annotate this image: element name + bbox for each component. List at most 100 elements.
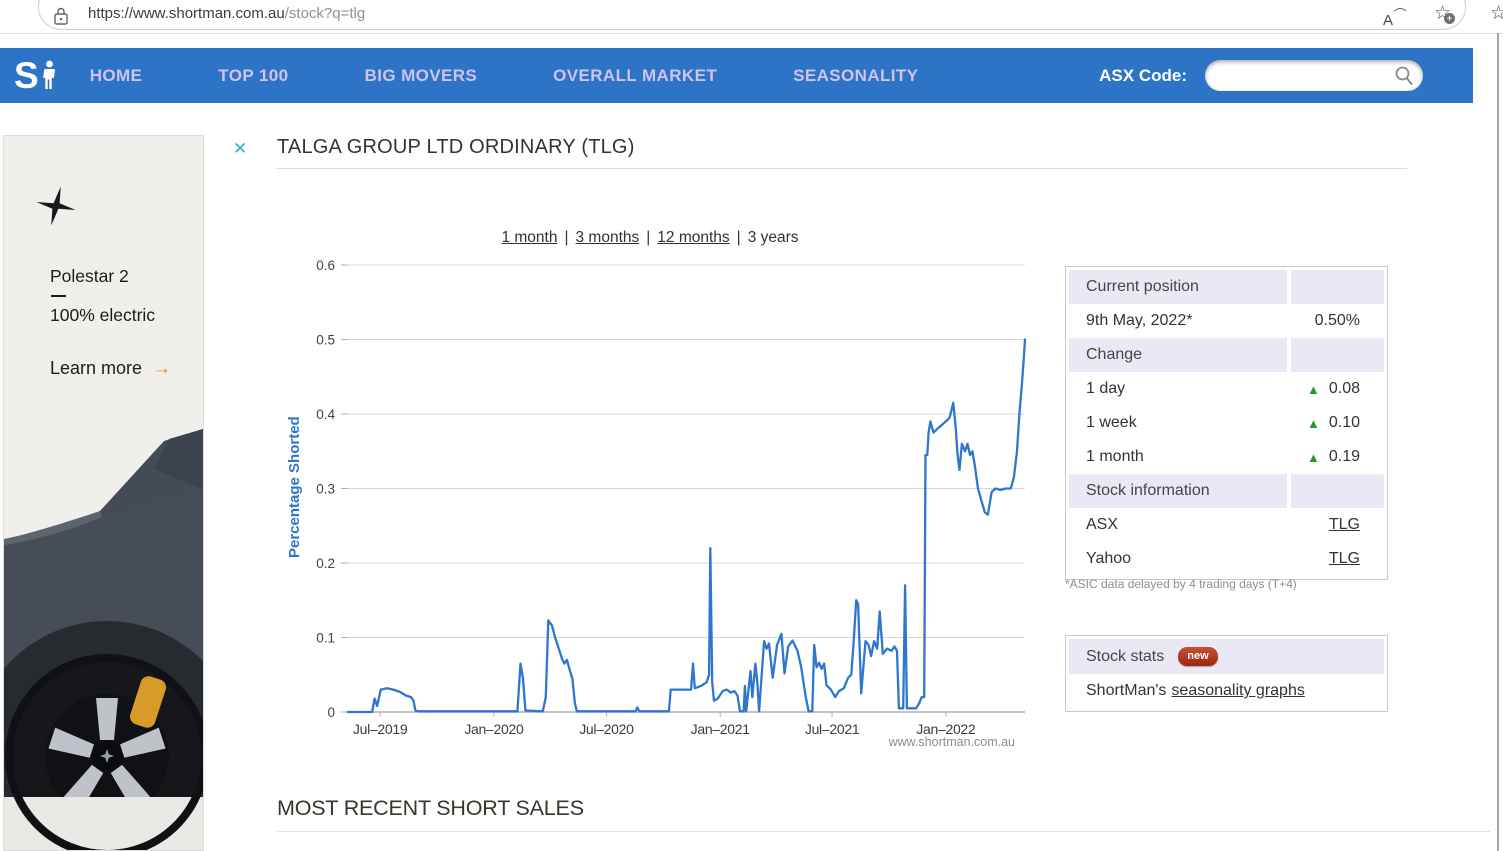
table-row: Yahoo TLG <box>1069 542 1384 576</box>
y-tick-label: 0.1 <box>316 631 335 646</box>
range-separator: | <box>736 229 741 246</box>
arrow-right-icon: → <box>152 358 172 379</box>
row-label: Change <box>1069 338 1287 372</box>
x-tick-label: Jul–2020 <box>579 721 634 737</box>
table-row: 1 month ▲ 0.19 <box>1069 440 1384 474</box>
nav-links: HOME TOP 100 BIG MOVERS OVERALL MARKET SEASO… <box>90 66 919 86</box>
site-navbar: S HOME TOP 100 BIG MOVERS OVERALL MARKET SEA… <box>0 48 1473 103</box>
row-label: Current position <box>1069 270 1287 304</box>
row-label: Stock information <box>1069 474 1287 508</box>
nav-item-home[interactable]: HOME <box>90 66 143 86</box>
range-3-years: 3 years <box>747 229 799 246</box>
row-value <box>1291 270 1384 304</box>
row-value: 0.50% <box>1314 312 1360 329</box>
row-label: 1 week <box>1086 414 1137 431</box>
range-12-months[interactable]: 12 months <box>657 229 729 246</box>
x-tick-label: Jul–2019 <box>353 721 408 737</box>
browser-window: https://www.shortman.com.au/stock?q=tlg … <box>0 0 1503 851</box>
search-icon[interactable] <box>1394 65 1414 86</box>
row-label: ASX <box>1086 516 1119 533</box>
stock-info-table: Current position 9th May, 2022* 0.50% Chang… <box>1065 266 1388 580</box>
browser-address-bar: https://www.shortman.com.au/stock?q=tlg … <box>0 0 1503 33</box>
section-heading: MOST RECENT SHORT SALES <box>277 796 584 820</box>
range-1-month[interactable]: 1 month <box>501 229 557 246</box>
read-aloud-icon[interactable]: A⌒ <box>1383 4 1408 29</box>
row-value: ▲ 0.08 <box>1306 380 1360 397</box>
up-triangle-icon: ▲ <box>1306 449 1320 465</box>
table-row: ASX TLG <box>1069 508 1384 542</box>
up-triangle-icon: ▲ <box>1306 415 1320 431</box>
favorites-icon[interactable]: ☆ <box>1490 2 1503 25</box>
polestar-star-icon <box>36 186 76 226</box>
x-tick-label: Jan–2020 <box>464 721 524 737</box>
logo-letter: S <box>14 54 39 96</box>
row-value: ▲ 0.10 <box>1306 414 1360 431</box>
row-value <box>1291 474 1384 508</box>
stats-header-label: Stock stats <box>1086 647 1165 665</box>
chart-credit: www.shortman.com.au <box>888 735 1015 749</box>
range-3-months[interactable]: 3 months <box>575 229 639 246</box>
seasonality-graphs-link[interactable]: seasonality graphs <box>1171 682 1304 700</box>
learn-more-link[interactable]: Learn more → <box>50 358 171 380</box>
range-separator: | <box>646 229 651 246</box>
y-tick-label: 0.4 <box>316 407 335 422</box>
table-section-header: Stock information <box>1069 474 1384 508</box>
table-row: 9th May, 2022* 0.50% <box>1069 304 1384 338</box>
stats-header: Stock stats new <box>1069 639 1384 674</box>
shorted-line-series <box>346 338 1027 714</box>
stock-code-link[interactable]: TLG <box>1329 516 1360 534</box>
ad-underline <box>51 295 66 297</box>
close-icon[interactable]: ✕ <box>233 139 247 159</box>
url-path: /stock?q=tlg <box>284 5 366 22</box>
y-tick-label: 0.3 <box>316 482 335 497</box>
table-row: 1 week ▲ 0.10 <box>1069 406 1384 440</box>
seasonality-prefix: ShortMan's <box>1086 682 1167 699</box>
scrollbar[interactable] <box>1497 33 1499 851</box>
nav-item-seasonality[interactable]: SEASONALITY <box>793 66 918 86</box>
row-value <box>1291 338 1384 372</box>
y-tick-label: 0.2 <box>316 556 335 571</box>
url-text[interactable]: https://www.shortman.com.au/stock?q=tlg <box>88 5 365 22</box>
title-divider <box>277 168 1407 169</box>
up-triangle-icon: ▲ <box>1306 381 1320 397</box>
row-value: ▲ 0.19 <box>1306 448 1360 465</box>
url-scheme: https://www. <box>88 5 169 22</box>
lock-icon[interactable] <box>54 7 68 25</box>
stock-stats-panel: Stock stats new ShortMan's seasonality g… <box>1065 635 1388 712</box>
y-tick-label: 0.6 <box>316 258 335 273</box>
row-label: 1 day <box>1086 380 1126 397</box>
row-value: TLG <box>1291 508 1384 542</box>
range-separator: | <box>564 229 569 246</box>
row-label: Yahoo <box>1086 550 1132 567</box>
table-section-header: Current position <box>1069 270 1384 304</box>
add-favorite-icon[interactable]: ☆ + <box>1434 2 1455 25</box>
nav-item-top-100[interactable]: TOP 100 <box>218 66 288 86</box>
section-divider <box>277 831 1490 832</box>
table-section-header: Change <box>1069 338 1384 372</box>
nav-item-big-movers[interactable]: BIG MOVERS <box>365 66 478 86</box>
row-value: TLG <box>1291 542 1384 576</box>
new-badge: new <box>1178 647 1218 666</box>
plus-badge: + <box>1444 13 1455 24</box>
asx-code-group: ASX Code: <box>1099 60 1423 91</box>
y-tick-label: 0 <box>327 705 335 720</box>
polestar-car-image <box>4 429 203 850</box>
ad-brand: Polestar 2 <box>50 266 129 286</box>
time-range-links: 1 month | 3 months | 12 months | 3 years <box>300 229 1000 247</box>
asx-code-input[interactable] <box>1217 62 1387 88</box>
polestar-ad[interactable]: Polestar 2 100% electric Learn more → <box>3 135 204 851</box>
seasonality-row: ShortMan's seasonality graphs <box>1069 674 1384 708</box>
url-domain: shortman.com.au <box>168 5 285 22</box>
asx-search-box <box>1205 60 1423 91</box>
y-tick-label: 0.5 <box>316 333 335 348</box>
row-label: 1 month <box>1086 448 1144 465</box>
row-label: 9th May, 2022* <box>1086 312 1193 329</box>
nav-item-overall-market[interactable]: OVERALL MARKET <box>553 66 717 86</box>
asx-code-label: ASX Code: <box>1099 65 1187 85</box>
shortman-logo[interactable]: S <box>14 54 58 96</box>
chrome-divider <box>0 33 1503 34</box>
x-tick-label: Jan–2021 <box>691 721 751 737</box>
person-icon <box>42 60 55 89</box>
stock-code-link[interactable]: TLG <box>1329 550 1360 568</box>
asic-footnote: *ASIC data delayed by 4 trading days (T+… <box>1065 577 1297 591</box>
